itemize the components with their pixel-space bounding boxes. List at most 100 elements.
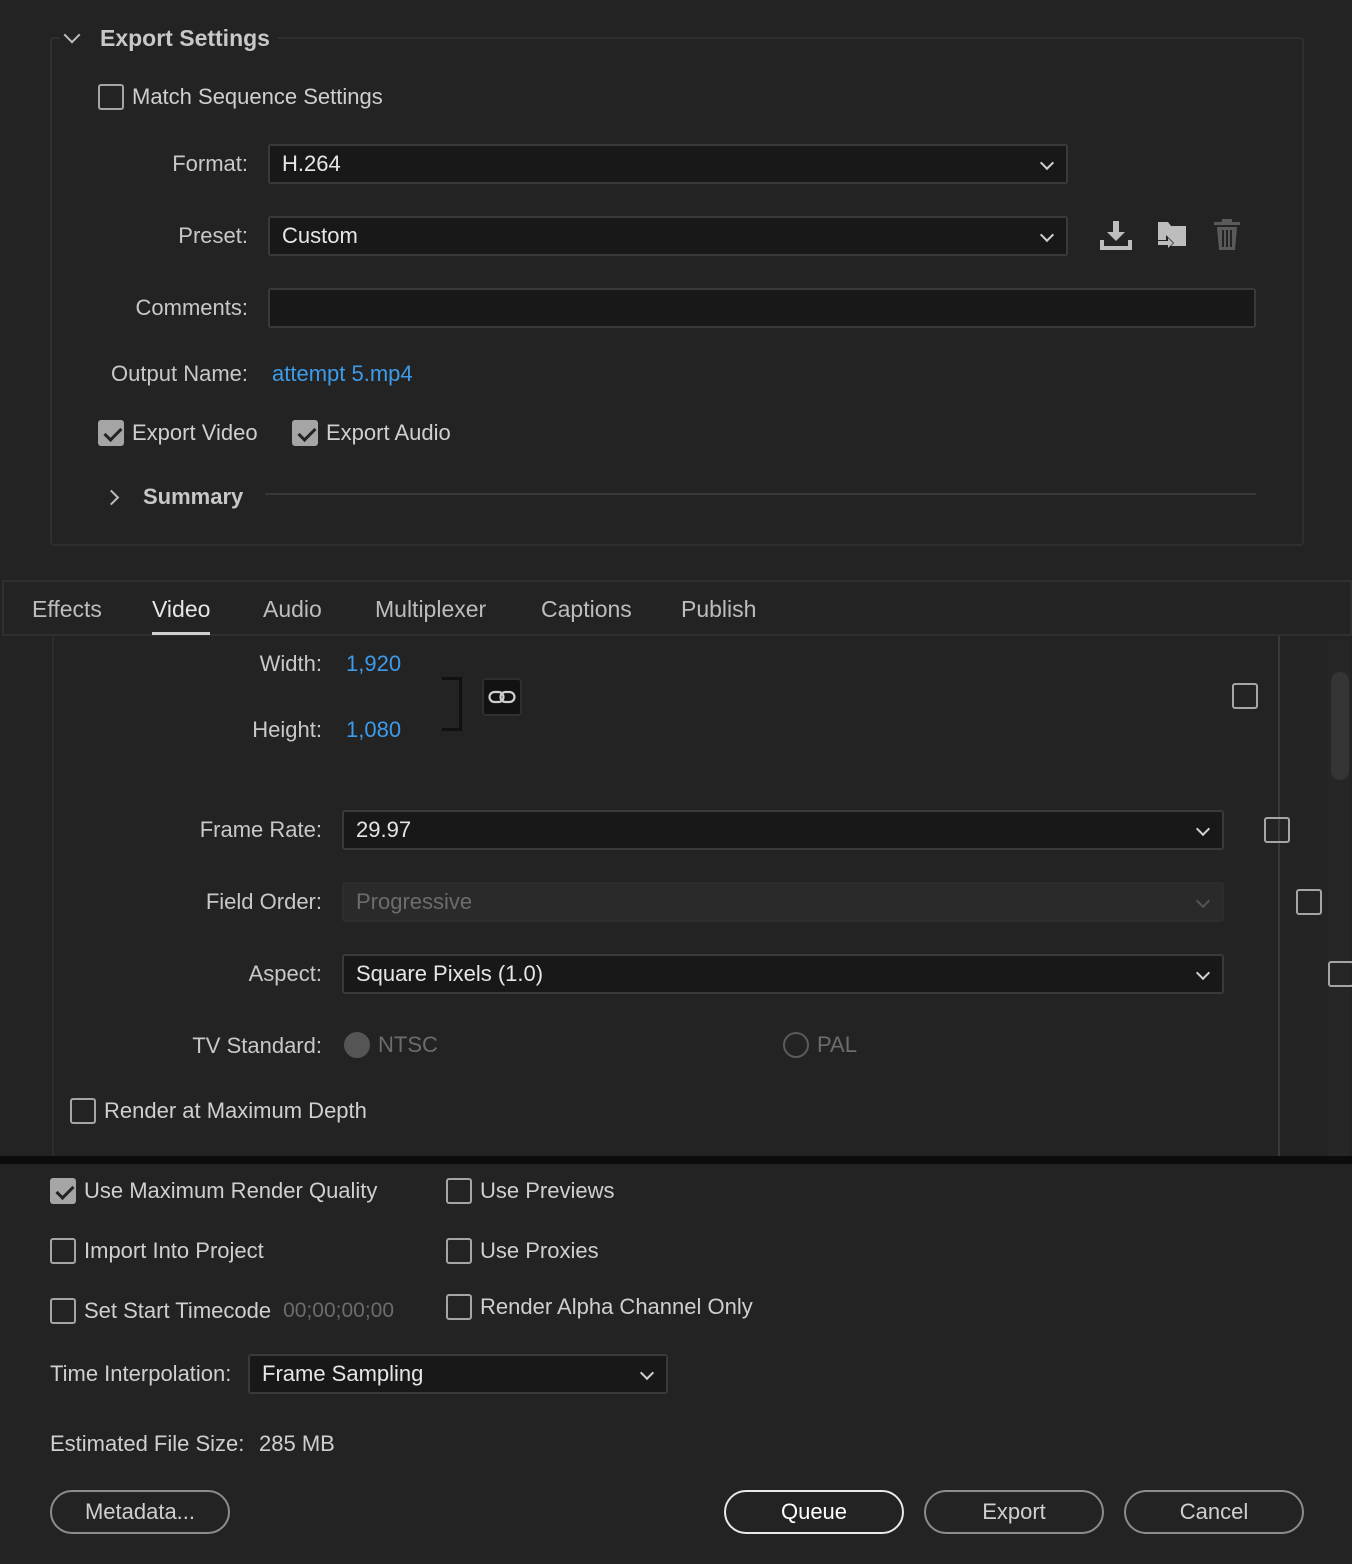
match-source-size-checkbox[interactable] <box>1232 683 1258 709</box>
link-icon <box>488 690 516 704</box>
start-timecode-value: 00;00;00;00 <box>283 1299 395 1322</box>
scrollbar-thumb[interactable] <box>1331 672 1349 780</box>
constrain-proportions-button[interactable] <box>482 678 522 716</box>
render-max-depth[interactable]: Render at Maximum Depth <box>70 1098 367 1124</box>
format-dropdown[interactable]: H.264 <box>268 144 1068 184</box>
use-previews-checkbox[interactable] <box>446 1178 472 1204</box>
use-proxies-label: Use Proxies <box>480 1238 599 1263</box>
cancel-button[interactable]: Cancel <box>1124 1490 1304 1534</box>
time-interpolation-value: Frame Sampling <box>262 1361 424 1386</box>
summary-title: Summary <box>143 484 244 509</box>
use-proxies[interactable]: Use Proxies <box>446 1238 599 1264</box>
output-name-link[interactable]: attempt 5.mp4 <box>272 361 413 387</box>
save-preset-icon[interactable] <box>1098 218 1134 252</box>
export-audio-checkbox[interactable] <box>292 420 318 446</box>
render-max-depth-checkbox[interactable] <box>70 1098 96 1124</box>
format-value: H.264 <box>282 151 341 176</box>
chevron-down-icon <box>639 1365 655 1381</box>
height-label: Height: <box>252 717 322 742</box>
tv-standard-label: TV Standard: <box>192 1033 322 1058</box>
export-settings-title: Export Settings <box>100 24 270 51</box>
chevron-down-icon <box>1039 155 1055 171</box>
summary-toggle[interactable]: Summary <box>103 484 244 510</box>
chevron-down-icon <box>1195 821 1211 837</box>
width-label: Width: <box>259 651 322 676</box>
frame-rate-dropdown[interactable]: 29.97 <box>342 810 1224 850</box>
use-proxies-checkbox[interactable] <box>446 1238 472 1264</box>
render-alpha-only-checkbox[interactable] <box>446 1294 472 1320</box>
time-interpolation-dropdown[interactable]: Frame Sampling <box>248 1354 668 1394</box>
tab-effects[interactable]: Effects <box>32 596 102 623</box>
tab-multiplexer[interactable]: Multiplexer <box>375 596 486 623</box>
frame-rate-label: Frame Rate: <box>199 817 322 842</box>
field-order-dropdown: Progressive <box>342 882 1224 922</box>
set-start-timecode-label: Set Start Timecode <box>84 1298 272 1323</box>
panel-divider <box>0 1156 1352 1164</box>
ntsc-radio <box>344 1032 370 1058</box>
width-value[interactable]: 1,920 <box>346 651 401 677</box>
time-interpolation-label: Time Interpolation: <box>50 1361 232 1386</box>
match-source-aspect-checkbox[interactable] <box>1328 961 1352 987</box>
import-into-project-label: Import Into Project <box>84 1238 264 1263</box>
metadata-button[interactable]: Metadata... <box>50 1490 230 1534</box>
export-video-checkbox[interactable] <box>98 420 124 446</box>
field-order-label: Field Order: <box>205 889 322 914</box>
use-previews[interactable]: Use Previews <box>446 1178 614 1204</box>
preset-dropdown[interactable]: Custom <box>268 216 1068 256</box>
tab-audio[interactable]: Audio <box>263 596 322 623</box>
chevron-down-icon <box>1195 893 1211 909</box>
estimated-file-size-value: 285 MB <box>259 1431 335 1456</box>
match-source-frame-rate-checkbox[interactable] <box>1264 817 1291 843</box>
summary-divider <box>265 493 1256 495</box>
pal-label: PAL <box>817 1032 857 1057</box>
render-alpha-only[interactable]: Render Alpha Channel Only <box>446 1294 753 1320</box>
import-into-project-checkbox[interactable] <box>50 1238 76 1264</box>
import-preset-icon[interactable] <box>1154 218 1190 254</box>
export-audio[interactable]: Export Audio <box>292 420 451 446</box>
export-settings-dialog: Export Settings Match Sequence Settings … <box>0 0 1352 1564</box>
format-label: Format: <box>172 151 248 176</box>
tab-captions[interactable]: Captions <box>541 596 632 623</box>
chevron-down-icon <box>1195 965 1211 981</box>
aspect-value: Square Pixels (1.0) <box>356 961 544 986</box>
use-max-render-quality[interactable]: Use Maximum Render Quality <box>50 1178 377 1204</box>
export-button[interactable]: Export <box>924 1490 1104 1534</box>
aspect-label: Aspect: <box>248 961 322 986</box>
chevron-down-icon <box>1039 227 1055 243</box>
chevron-right-icon[interactable] <box>103 489 120 505</box>
use-previews-label: Use Previews <box>480 1178 615 1203</box>
comments-input[interactable] <box>268 288 1256 328</box>
use-max-render-quality-label: Use Maximum Render Quality <box>84 1178 378 1203</box>
tab-publish[interactable]: Publish <box>681 596 756 623</box>
match-source-field-order-checkbox[interactable] <box>1296 889 1323 915</box>
match-sequence-label: Match Sequence Settings <box>132 84 383 109</box>
height-value[interactable]: 1,080 <box>346 717 401 743</box>
match-sequence-checkbox[interactable] <box>98 84 124 110</box>
set-start-timecode-checkbox[interactable] <box>50 1298 76 1324</box>
import-into-project[interactable]: Import Into Project <box>50 1238 264 1264</box>
pal-radio <box>783 1032 809 1058</box>
aspect-dropdown[interactable]: Square Pixels (1.0) <box>342 954 1224 994</box>
export-settings-header[interactable]: Export Settings <box>60 22 278 54</box>
tab-video[interactable]: Video <box>152 596 211 635</box>
tv-ntsc-option: NTSC <box>344 1032 438 1058</box>
field-order-value: Progressive <box>356 889 473 914</box>
export-video-label: Export Video <box>132 420 258 445</box>
render-alpha-only-label: Render Alpha Channel Only <box>480 1294 753 1319</box>
ntsc-label: NTSC <box>378 1032 438 1057</box>
link-bracket <box>442 677 462 731</box>
chevron-down-icon[interactable] <box>63 26 81 44</box>
estimated-file-size-label: Estimated File Size: <box>50 1431 245 1456</box>
use-max-render-quality-checkbox[interactable] <box>50 1178 76 1204</box>
tv-pal-option: PAL <box>783 1032 857 1058</box>
output-name-label: Output Name: <box>111 361 248 386</box>
frame-rate-value: 29.97 <box>356 817 412 842</box>
export-audio-label: Export Audio <box>326 420 451 445</box>
comments-label: Comments: <box>135 295 248 320</box>
export-video[interactable]: Export Video <box>98 420 258 446</box>
trash-icon[interactable] <box>1212 218 1242 252</box>
set-start-timecode[interactable]: Set Start Timecode 00;00;00;00 <box>50 1298 394 1324</box>
settings-tabs: Effects Video Audio Multiplexer Captions… <box>2 580 1352 636</box>
queue-button[interactable]: Queue <box>724 1490 904 1534</box>
match-sequence-settings[interactable]: Match Sequence Settings <box>98 84 383 110</box>
